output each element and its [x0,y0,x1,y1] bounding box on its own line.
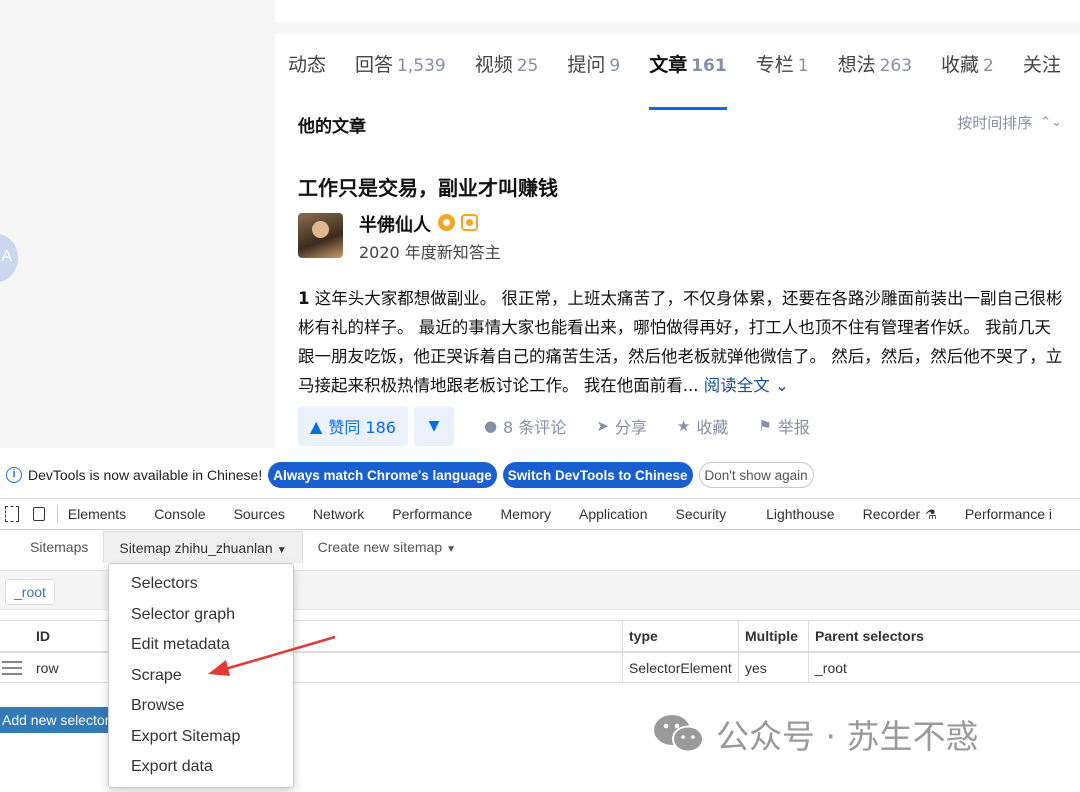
watermark-text: 公众号 · 苏生不惑 [716,717,979,756]
tab-videos[interactable]: 视频 25 [475,50,539,96]
section-title: 他的文章 [298,117,366,137]
article-excerpt[interactable]: 1 这年头大家都想做副业。 很正常，上班太痛苦了，不仅身体累，还要在各路沙雕面前… [298,284,1063,400]
tab-performance-insights[interactable]: Performance i [965,506,1052,522]
read-more-link[interactable]: 阅读全文 ⌄ [704,376,789,395]
article-title[interactable]: 工作只是交易，副业才叫赚钱 [298,172,558,201]
tab-thoughts[interactable]: 想法 263 [838,50,912,96]
nav-current-sitemap[interactable]: Sitemap zhihu_zhuanlan ▼ [103,531,303,563]
devtools-tabbar: Elements Console Sources Network Perform… [0,498,1080,530]
infobar-message: DevTools is now available in Chinese! [28,467,263,483]
nav-sitemaps[interactable]: Sitemaps [0,531,103,563]
share-button[interactable]: ➤ 分享 [596,414,647,438]
caret-down-icon: ▼ [446,544,457,555]
device-toolbar-icon[interactable] [32,507,45,521]
wechat-icon [654,715,704,753]
info-icon: i [6,467,22,483]
webscraper-nav: Sitemaps Sitemap zhihu_zhuanlan ▼ Create … [0,531,1080,563]
tab-following[interactable]: 关注 [1023,50,1061,96]
sitemap-dropdown-menu: Selectors Selector graph Edit metadata S… [108,563,294,788]
nav-create-sitemap[interactable]: Create new sitemap ▼ [303,531,471,563]
tab-columns[interactable]: 专栏 1 [756,50,809,96]
share-icon: ➤ [596,417,609,435]
menu-item-browse[interactable]: Browse [109,691,293,722]
tab-lighthouse[interactable]: Lighthouse [766,506,835,522]
menu-item-selectors[interactable]: Selectors [109,569,293,600]
flag-icon: ⚑ [758,417,772,435]
caret-down-icon: ▼ [276,545,287,556]
badge-icon [438,214,455,231]
breadcrumb-root[interactable]: _root [5,579,55,605]
comments-button[interactable]: ● 8 条评论 [484,414,566,438]
top-card [275,0,1080,22]
star-icon: ★ [676,417,691,435]
switch-language-button[interactable]: Switch DevTools to Chinese [502,462,693,488]
report-button[interactable]: ⚑ 举报 [758,414,809,438]
add-selector-button[interactable]: Add new selector [0,707,120,733]
chevron-down-icon: ⌄ [774,376,789,395]
tab-memory[interactable]: Memory [500,506,551,522]
sort-updown-icon: ⌃⌄ [1040,115,1062,130]
flask-icon: ⚗ [925,506,937,522]
tab-application[interactable]: Application [579,506,648,522]
tab-answers[interactable]: 回答 1,539 [355,50,446,96]
tab-sources[interactable]: Sources [234,506,285,522]
author-name[interactable]: 半佛仙人 [359,211,431,237]
tab-console[interactable]: Console [154,506,205,522]
upvote-button[interactable]: ▲ 赞同 186 [298,406,408,446]
header-multiple: Multiple [738,621,808,651]
dont-show-again-button[interactable]: Don't show again [698,462,814,488]
profile-tabs: 动态 回答 1,539 视频 25 提问 9 文章 161 专栏 1 想法 263 收藏 2 … [288,50,1080,110]
tab-security[interactable]: Security [676,506,727,522]
divider [56,505,58,523]
author-headline: 2020 年度新知答主 [359,243,501,262]
tab-articles[interactable]: 文章 161 [649,50,727,110]
downvote-button[interactable]: ▼ [413,406,454,446]
tab-questions[interactable]: 提问 9 [567,50,620,96]
menu-item-export-data[interactable]: Export data [109,752,293,783]
match-language-button[interactable]: Always match Chrome's language [268,462,497,488]
author-avatar[interactable] [298,213,343,258]
sort-label: 按时间排序 [957,114,1033,132]
tab-network[interactable]: Network [313,506,364,522]
devtools-language-infobar: i DevTools is now available in Chinese! … [0,458,1080,492]
collect-button[interactable]: ★ 收藏 [677,414,728,438]
article-actions: ▲ 赞同 186 ▼ ● 8 条评论 ➤ 分享 ★ 收藏 ⚑ 举报 [298,406,810,446]
cell-type: SelectorElement [622,653,738,682]
watermark: 公众号 · 苏生不惑 [652,710,978,758]
menu-item-scrape[interactable]: Scrape [109,661,293,692]
drag-handle-icon[interactable] [2,661,22,675]
menu-item-selector-graph[interactable]: Selector graph [109,600,293,631]
inspect-element-icon[interactable] [5,506,19,522]
header-parents: Parent selectors [808,621,1080,651]
cell-multiple: yes [738,653,808,682]
menu-item-edit-metadata[interactable]: Edit metadata [109,630,293,661]
triangle-up-icon: ▲ [310,416,323,436]
header-type: type [622,621,738,651]
menu-item-export-sitemap[interactable]: Export Sitemap [109,722,293,753]
tab-recorder[interactable]: Recorder ⚗ [863,506,937,523]
comment-icon: ● [483,417,498,435]
sort-dropdown[interactable]: 按时间排序 ⌃⌄ [957,112,1062,133]
tab-activity[interactable]: 动态 [288,50,326,96]
certification-icon [461,214,478,231]
triangle-down-icon: ▼ [428,418,440,434]
tab-elements[interactable]: Elements [68,506,126,522]
tab-performance[interactable]: Performance [392,506,472,522]
cell-parents: _root [808,653,1080,682]
tab-collections[interactable]: 收藏 2 [941,50,994,96]
